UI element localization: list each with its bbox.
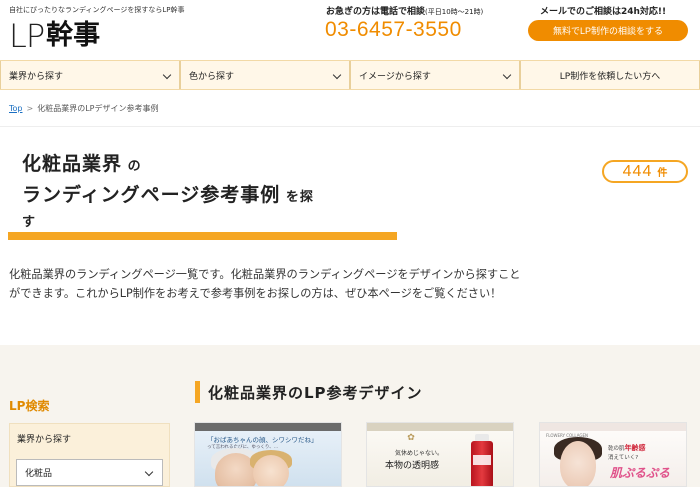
lp-card[interactable]: FLOWERY COLLAGEN 乾の肌年齢感 消えていく? 肌ぷるぷる [539, 422, 687, 487]
nav-item-label: 色から探す [189, 71, 235, 82]
site-header: 自社にぴったりなランディングページを探すならLP幹事 LP 幹事 お急ぎの方は電… [0, 0, 700, 60]
page-title: 化粧品業界 の ランディングページ参考事例 を探 す [22, 150, 412, 232]
nav-item-image[interactable]: イメージから探す [350, 61, 520, 89]
title-text: の [127, 159, 142, 174]
thumbnail-shape [560, 441, 596, 486]
nav-item-label: 業界から探す [9, 71, 64, 82]
lp-search-label: LP検索 [9, 399, 50, 413]
nav-item-label: LP制作を依頼したい方へ [559, 71, 661, 82]
result-count-unit: 件 [657, 168, 668, 179]
card-thumbnail: ✿ 気休めじゃない。 本物の透明感 [367, 431, 513, 486]
card-text: 乾の肌 [608, 446, 625, 452]
title-line-3: す [22, 212, 412, 232]
card-big-text: 肌ぷるぷる [610, 466, 671, 480]
chevron-down-icon [162, 70, 172, 80]
card-headline-large: 本物の透明感 [385, 461, 440, 471]
title-text: 化粧品業界 [22, 153, 123, 175]
title-line-1: 化粧品業界 の [22, 150, 412, 181]
card-headline: 「おばあちゃんの顔、シワシワだね」 [207, 436, 318, 444]
title-underline-bar [8, 232, 397, 240]
card-text-highlight: 年齢感 [624, 444, 646, 452]
header-tagline: 自社にぴったりなランディングページを探すならLP幹事 [9, 6, 185, 14]
card-top-bar [367, 423, 513, 431]
phone-label: お急ぎの方は電話で相談(平日10時〜21時) [326, 4, 483, 17]
breadcrumb: Top > 化粧品業界のLPデザイン参考事例 [9, 103, 158, 114]
mail-label: メールでのご相談は24h対応!! [540, 7, 667, 17]
sidebar-box-title: 業界から探す [17, 435, 72, 445]
sidebar-filter-box: 業界から探す 化粧品 [9, 423, 170, 487]
breadcrumb-home-link[interactable]: Top [9, 104, 23, 113]
thumbnail-shape [253, 455, 289, 486]
result-count-number: 444 [622, 162, 653, 180]
phone-hours: (平日10時〜21時) [425, 8, 484, 16]
title-text: を探 [285, 190, 314, 205]
card-thumbnail: FLOWERY COLLAGEN 乾の肌年齢感 消えていく? 肌ぷるぷる [540, 431, 686, 486]
free-consultation-button[interactable]: 無料でLP制作の相談をする [528, 20, 688, 41]
main-nav: 業界から探す 色から探す イメージから探す LP制作を依頼したい方へ [0, 60, 700, 90]
breadcrumb-current: 化粧品業界のLPデザイン参考事例 [37, 104, 159, 113]
nav-item-request[interactable]: LP制作を依頼したい方へ [520, 61, 700, 89]
divider [0, 126, 700, 127]
industry-select-value: 化粧品 [25, 469, 53, 479]
chevron-down-icon [144, 467, 154, 477]
lp-card[interactable]: ✿ 気休めじゃない。 本物の透明感 [366, 422, 514, 487]
site-logo[interactable]: LP 幹事 [9, 18, 100, 54]
breadcrumb-separator: > [26, 104, 34, 113]
card-thumbnail: 「おばあちゃんの顔、シワシワだね」 って言われるたびに、ゆっくり、… [195, 431, 341, 486]
logo-kanji-text: 幹事 [46, 20, 101, 51]
card-headline: 乾の肌年齢感消えていく? [608, 443, 646, 461]
section-heading: 化粧品業界のLP参考デザイン [195, 380, 423, 404]
title-text: ランディングページ参考事例 [22, 184, 281, 206]
title-line-2: ランディングページ参考事例 を探 [22, 181, 412, 212]
chevron-down-icon [332, 70, 342, 80]
nav-item-industry[interactable]: 業界から探す [0, 61, 180, 89]
title-text: す [22, 215, 37, 230]
intro-text: 化粧品業界のランディングページ一覧です。化粧品業界のランディングページをデザイン… [9, 268, 521, 300]
phone-label-text: お急ぎの方は電話で相談 [326, 7, 426, 17]
card-top-bar [195, 423, 341, 431]
lp-card[interactable]: 「おばあちゃんの顔、シワシワだね」 って言われるたびに、ゆっくり、… [194, 422, 342, 487]
phone-number[interactable]: 03-6457-3550 [325, 18, 462, 42]
section-heading-text: 化粧品業界のLP参考デザイン [208, 383, 423, 402]
bottle-label-shape [473, 455, 491, 465]
result-count-badge: 444 件 [602, 160, 688, 183]
logo-lp-text: LP [9, 17, 45, 55]
chevron-down-icon [502, 70, 512, 80]
card-text: 消えていく? [608, 455, 639, 461]
card-headline-small: 気休めじゃない。 [395, 450, 444, 457]
heading-accent-bar [195, 381, 200, 403]
industry-select[interactable]: 化粧品 [16, 459, 163, 486]
nav-item-color[interactable]: 色から探す [180, 61, 350, 89]
card-top-bar [540, 423, 686, 431]
nav-item-label: イメージから探す [359, 71, 431, 82]
emblem-icon: ✿ [407, 433, 415, 443]
